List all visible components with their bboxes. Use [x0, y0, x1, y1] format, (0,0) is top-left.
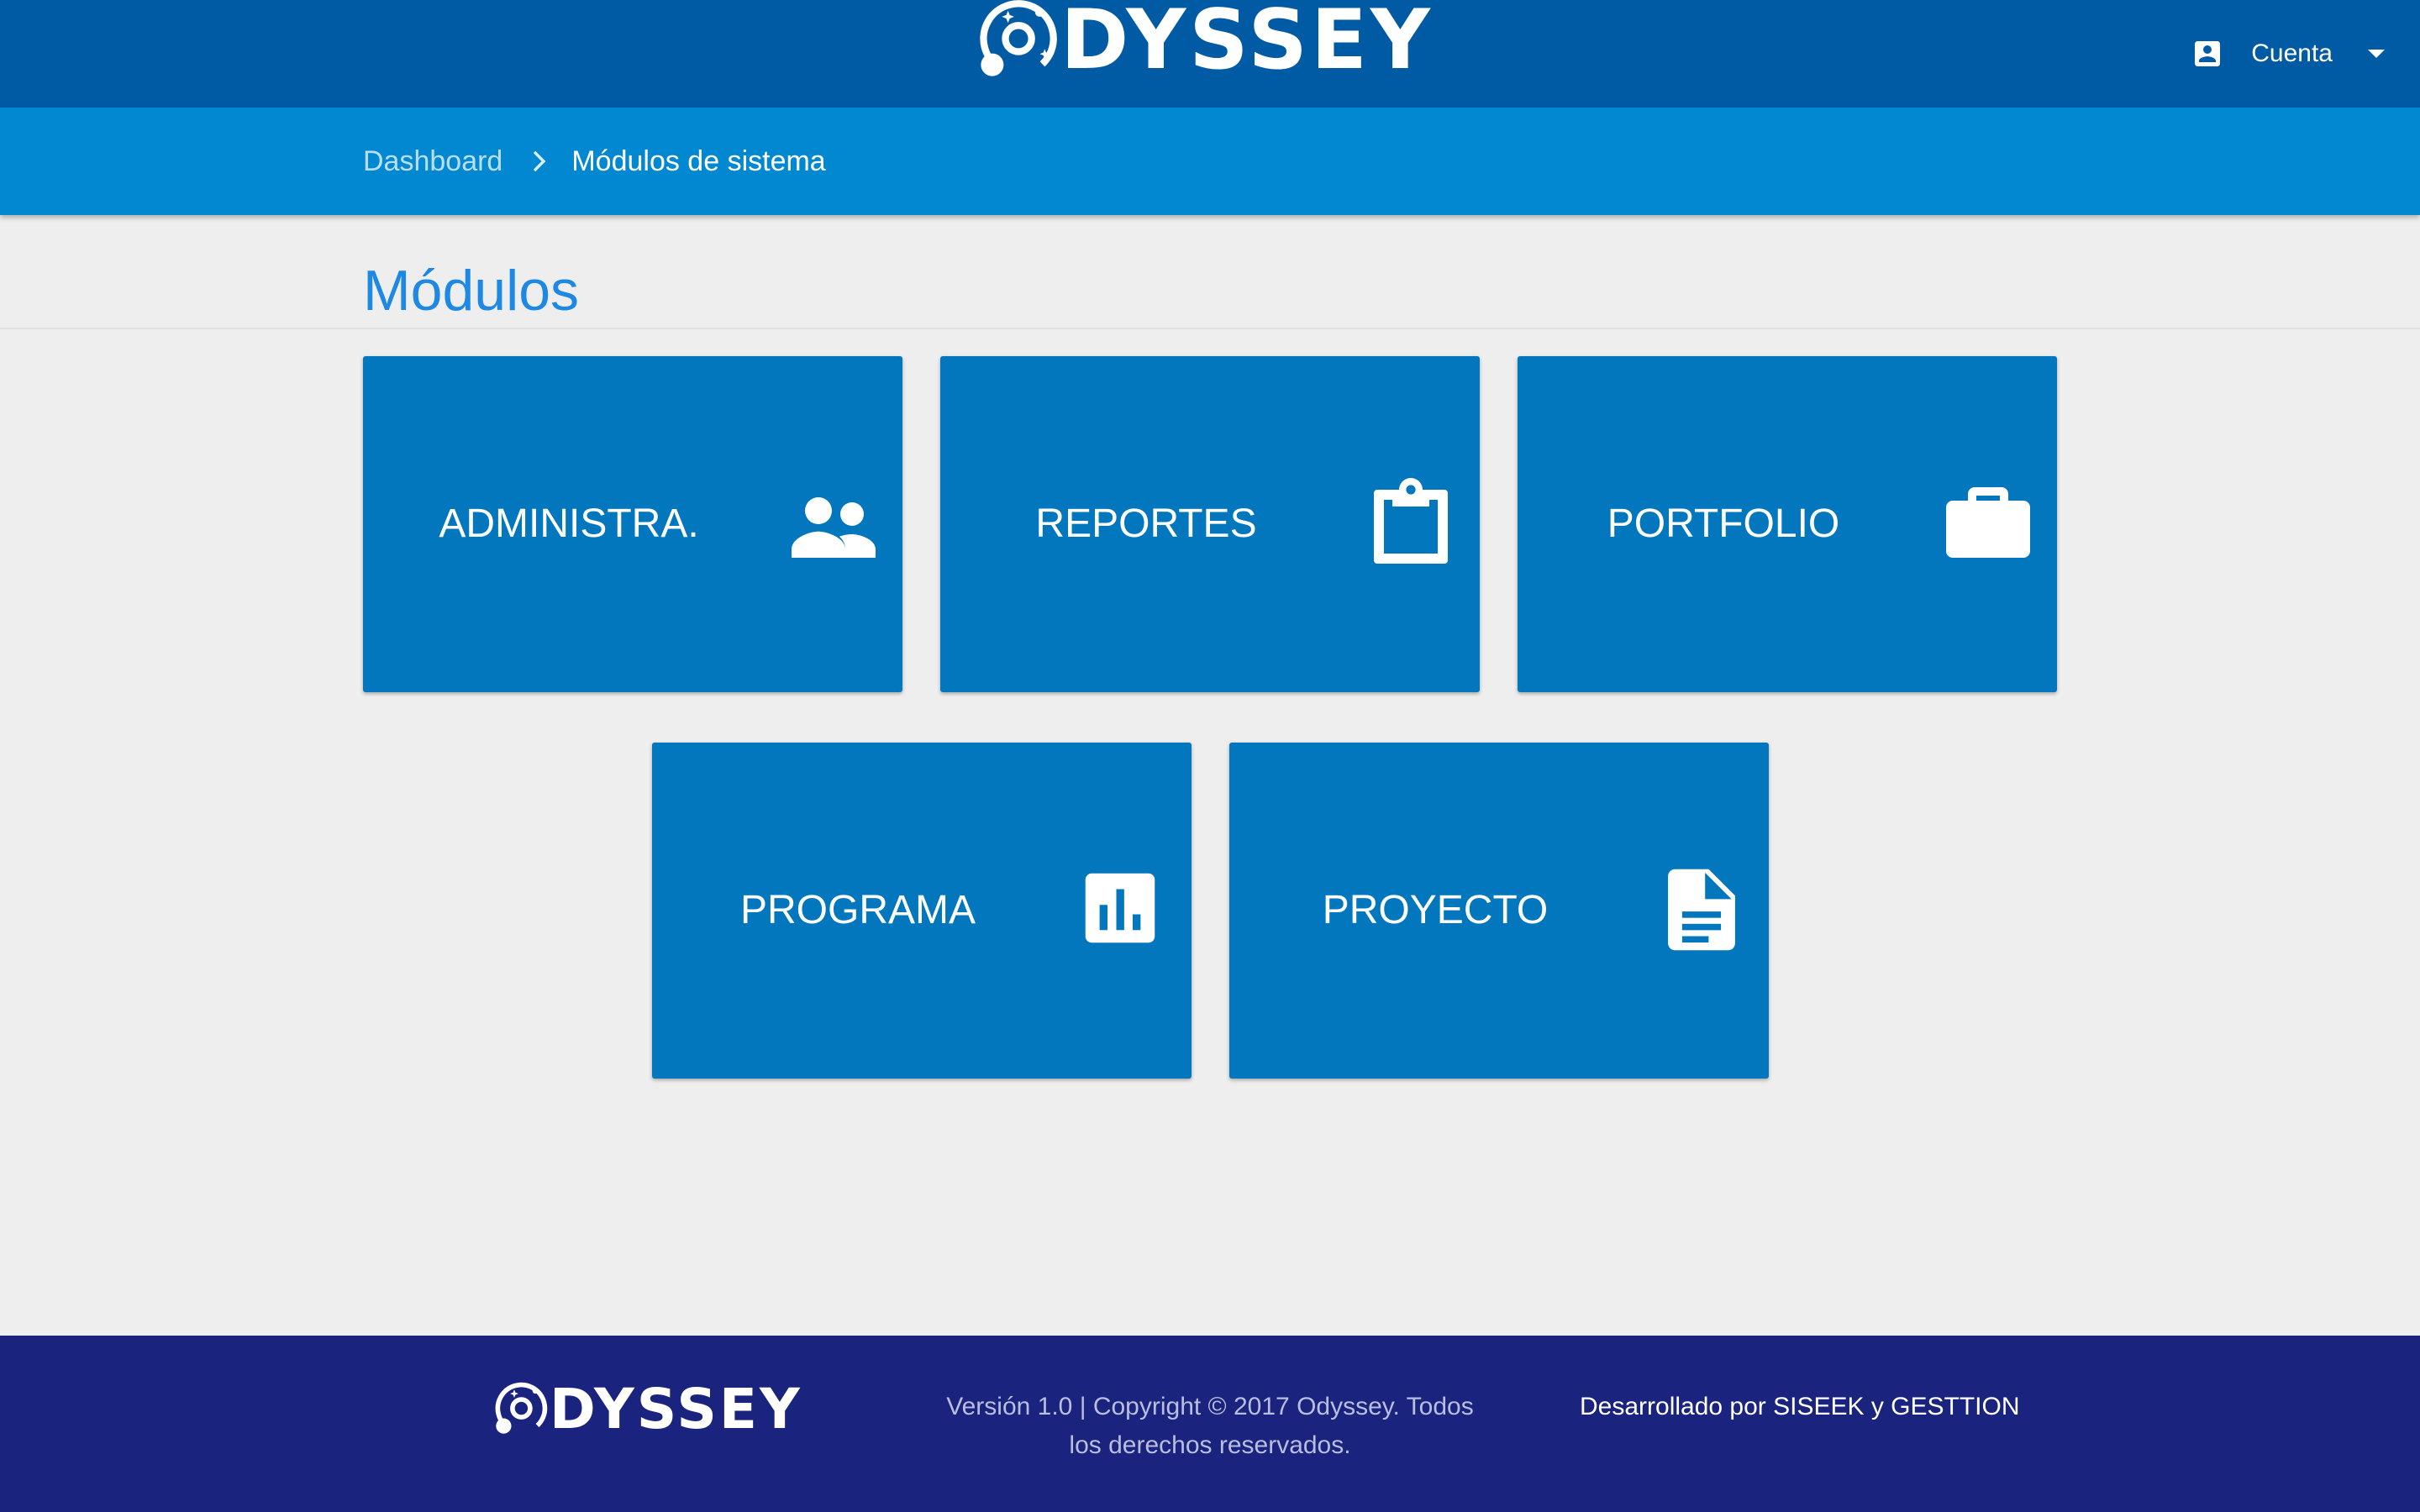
copyright-text: Versión 1.0 | Copyright © 2017 Odyssey. …	[941, 1388, 1479, 1465]
account-box-icon	[2195, 41, 2221, 66]
module-label: PORTFOLIO	[1607, 501, 1840, 546]
copyright-line: Versión 1.0 | Copyright © 2017 Odyssey. …	[946, 1393, 1474, 1420]
footer-logo: DYSSEY	[491, 1379, 802, 1440]
top-app-bar: DYSSEY Cuenta	[0, 0, 2420, 108]
copyright-line: los derechos reservados.	[1069, 1431, 1351, 1459]
module-tile-proyecto[interactable]: PROYECTO	[1229, 743, 1769, 1079]
odyssey-logo-icon	[495, 1382, 548, 1435]
page-title: Módulos	[363, 259, 580, 323]
clipboard-icon	[1374, 478, 1448, 564]
bar-chart-icon	[1085, 873, 1155, 943]
section-divider	[0, 328, 2420, 329]
module-label: REPORTES	[1035, 501, 1257, 546]
caret-down-icon	[2368, 50, 2385, 58]
module-tile-administracion[interactable]: ADMINISTRA.	[363, 356, 902, 692]
footer-wordmark: DYSSEY	[550, 1377, 802, 1441]
people-icon	[792, 497, 876, 558]
module-tile-portfolio[interactable]: PORTFOLIO	[1518, 356, 2057, 692]
breadcrumb-current: Módulos de sistema	[571, 144, 826, 177]
brand-wordmark: DYSSEY	[1060, 0, 1434, 88]
odyssey-logo-icon	[980, 0, 1057, 77]
chevron-right-icon	[531, 149, 548, 174]
module-tile-programa[interactable]: PROGRAMA	[652, 743, 1192, 1079]
document-icon	[1668, 869, 1735, 951]
breadcrumb-dashboard-link[interactable]: Dashboard	[363, 145, 502, 178]
account-menu[interactable]: Cuenta	[2191, 32, 2386, 76]
module-tile-reportes[interactable]: REPORTES	[940, 356, 1480, 692]
brand-logo[interactable]: DYSSEY	[973, 0, 1434, 81]
developer-credit: Desarrollado por SISEEK y GESTTION	[1580, 1393, 2020, 1420]
briefcase-icon	[1946, 487, 2030, 558]
module-label: PROGRAMA	[739, 888, 976, 932]
module-label: ADMINISTRA.	[439, 501, 699, 546]
breadcrumb: Dashboard Módulos de sistema	[0, 108, 2420, 215]
account-label: Cuenta	[2251, 39, 2333, 67]
module-label: PROYECTO	[1322, 888, 1549, 932]
